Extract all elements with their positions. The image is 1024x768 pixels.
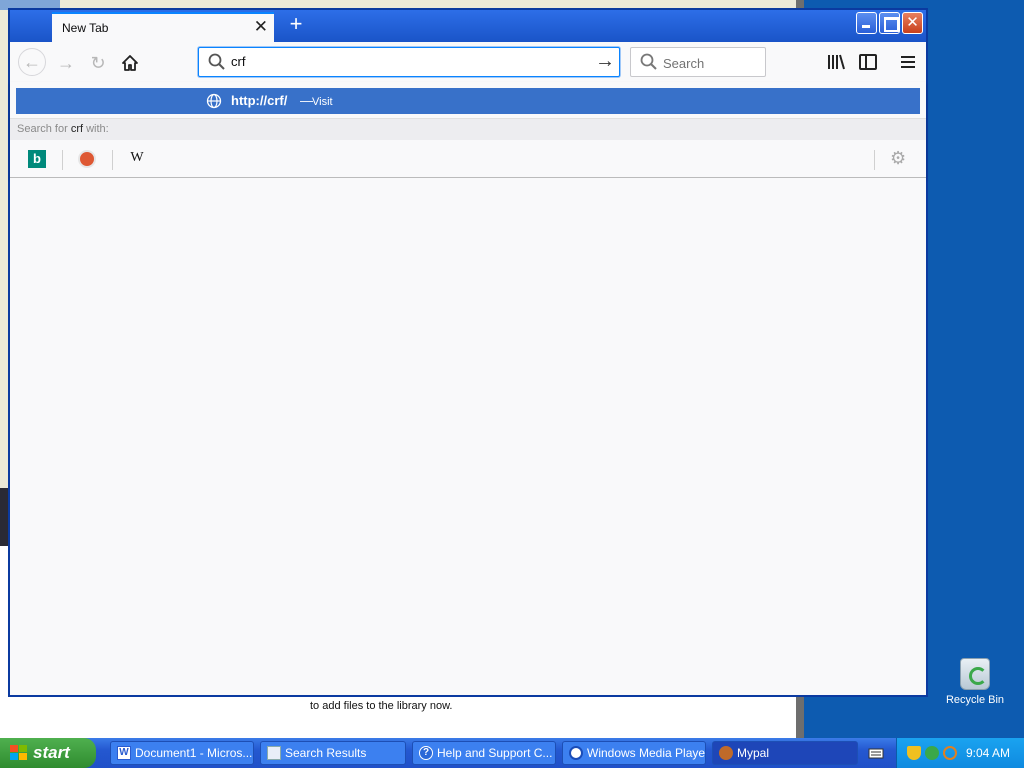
media-player-icon bbox=[569, 746, 583, 760]
back-arrow-icon: ← bbox=[23, 52, 41, 72]
taskbar-item-label: Mypal bbox=[737, 746, 770, 760]
tab-new-tab[interactable]: New Tab ✕ bbox=[52, 12, 274, 42]
taskbar-item-windows-media-player[interactable]: Windows Media Player bbox=[562, 741, 706, 765]
new-tab-button[interactable]: + bbox=[284, 12, 308, 38]
taskbar-item-search-results[interactable]: Search Results bbox=[260, 741, 406, 765]
start-label: start bbox=[33, 743, 70, 762]
taskbar-item-label: Help and Support C... bbox=[437, 746, 553, 760]
forward-arrow-icon: → bbox=[57, 53, 75, 73]
word-icon: W bbox=[117, 746, 131, 760]
clock: 9:04 AM bbox=[965, 746, 1010, 760]
system-tray: 9:04 AM bbox=[896, 738, 1024, 768]
taskbar-item-label: Search Results bbox=[285, 746, 367, 760]
browser-window: New Tab ✕ + ✕ ← → ↻ → bbox=[8, 8, 928, 697]
recycle-bin-icon bbox=[960, 658, 990, 690]
nav-toolbar: ← → ↻ → Search bbox=[10, 42, 926, 82]
urlbar-dropdown: http://crf/ — Visit Search for crf with:… bbox=[10, 82, 926, 178]
taskbar-item-label: Document1 - Micros... bbox=[135, 746, 253, 760]
globe-icon bbox=[206, 93, 222, 109]
back-button[interactable]: ← bbox=[18, 48, 46, 76]
sidebar-toggle-icon[interactable] bbox=[856, 50, 880, 74]
windows-flag-icon bbox=[10, 745, 27, 760]
taskbar-item-help-and-support[interactable]: ? Help and Support C... bbox=[412, 741, 556, 765]
one-off-search-engines: b W ⚙ bbox=[10, 142, 926, 178]
search-results-icon bbox=[267, 746, 281, 760]
browser-titlebar[interactable]: New Tab ✕ + ✕ bbox=[10, 10, 926, 42]
result-action: Visit bbox=[312, 96, 333, 108]
mypal-icon bbox=[719, 746, 733, 760]
search-box[interactable]: Search bbox=[630, 47, 766, 77]
address-bar[interactable]: → bbox=[198, 47, 620, 77]
library-hint-text: to add files to the library now. bbox=[310, 700, 453, 712]
tab-close-icon[interactable]: ✕ bbox=[254, 17, 268, 37]
engine-divider bbox=[62, 150, 63, 170]
help-icon: ? bbox=[419, 746, 433, 760]
minimize-button[interactable] bbox=[856, 12, 877, 34]
search-icon bbox=[640, 53, 657, 70]
search-for-term: crf bbox=[70, 123, 84, 135]
taskbar-item-mypal[interactable]: Mypal bbox=[712, 741, 858, 765]
page-content bbox=[10, 178, 926, 695]
maximize-button[interactable] bbox=[879, 12, 900, 34]
close-window-button[interactable]: ✕ bbox=[902, 12, 923, 34]
address-input[interactable] bbox=[231, 54, 571, 69]
taskbar-item-document1[interactable]: W Document1 - Micros... bbox=[110, 741, 254, 765]
start-button[interactable]: start bbox=[0, 738, 96, 768]
taskbar: start W Document1 - Micros... Search Res… bbox=[0, 738, 1024, 768]
home-button[interactable] bbox=[116, 50, 144, 76]
go-arrow-icon[interactable]: → bbox=[595, 50, 615, 73]
search-icon bbox=[208, 53, 225, 70]
search-tray-icon[interactable] bbox=[943, 746, 957, 760]
result-url: http://crf/ bbox=[231, 93, 288, 108]
search-for-label: Search for crf with: bbox=[10, 118, 926, 140]
hamburger-menu-icon[interactable] bbox=[896, 50, 920, 74]
reload-button[interactable]: ↻ bbox=[84, 50, 112, 76]
home-icon bbox=[122, 55, 138, 71]
forward-button[interactable]: → bbox=[52, 50, 80, 76]
tab-title: New Tab bbox=[62, 21, 109, 35]
network-icon[interactable] bbox=[925, 746, 939, 760]
engine-divider bbox=[112, 150, 113, 170]
library-icon[interactable] bbox=[824, 50, 848, 74]
recycle-bin-label: Recycle Bin bbox=[945, 694, 1005, 706]
keyboard-icon[interactable] bbox=[868, 746, 884, 760]
search-for-suffix: with: bbox=[86, 123, 109, 135]
wikipedia-icon[interactable]: W bbox=[128, 150, 146, 168]
reload-icon: ↻ bbox=[90, 53, 106, 73]
search-settings-gear-icon[interactable]: ⚙ bbox=[890, 148, 906, 169]
autocomplete-result[interactable]: http://crf/ — Visit bbox=[16, 88, 920, 114]
security-shield-icon[interactable] bbox=[907, 746, 921, 760]
engine-divider bbox=[874, 150, 875, 170]
search-for-prefix: Search for bbox=[17, 123, 68, 135]
taskbar-item-label: Windows Media Player bbox=[587, 746, 706, 760]
search-placeholder: Search bbox=[663, 56, 705, 71]
bing-icon[interactable]: b bbox=[28, 150, 46, 168]
recycle-bin[interactable]: Recycle Bin bbox=[940, 658, 1010, 706]
duckduckgo-icon[interactable] bbox=[78, 150, 96, 168]
